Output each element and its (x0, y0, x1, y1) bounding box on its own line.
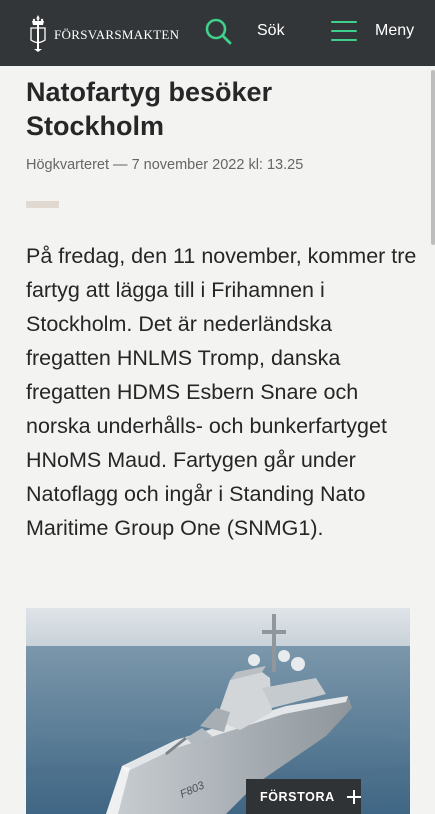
title-divider (26, 201, 59, 208)
enlarge-image-button[interactable]: FÖRSTORA (246, 779, 361, 814)
brand-name: FÖRSVARSMAKTEN (54, 27, 180, 42)
search-button[interactable]: Sök (257, 22, 285, 40)
top-bar: FÖRSVARSMAKTEN Sök Meny (0, 0, 435, 66)
search-icon[interactable] (204, 17, 232, 45)
brand-logo[interactable]: FÖRSVARSMAKTEN (28, 13, 179, 53)
article-meta: Högkvarteret — 7 november 2022 kl: 13.25 (26, 157, 304, 173)
enlarge-label: FÖRSTORA (260, 789, 335, 804)
article-title: Natofartyg besöker Stockholm (26, 77, 273, 141)
scrollbar-thumb[interactable] (431, 70, 435, 245)
hamburger-menu-icon[interactable] (331, 21, 357, 41)
plus-icon (346, 789, 361, 804)
menu-button[interactable]: Meny (375, 22, 414, 40)
crest-icon (30, 15, 46, 52)
article-lead: På fredag, den 11 november, kommer tre f… (26, 244, 417, 540)
